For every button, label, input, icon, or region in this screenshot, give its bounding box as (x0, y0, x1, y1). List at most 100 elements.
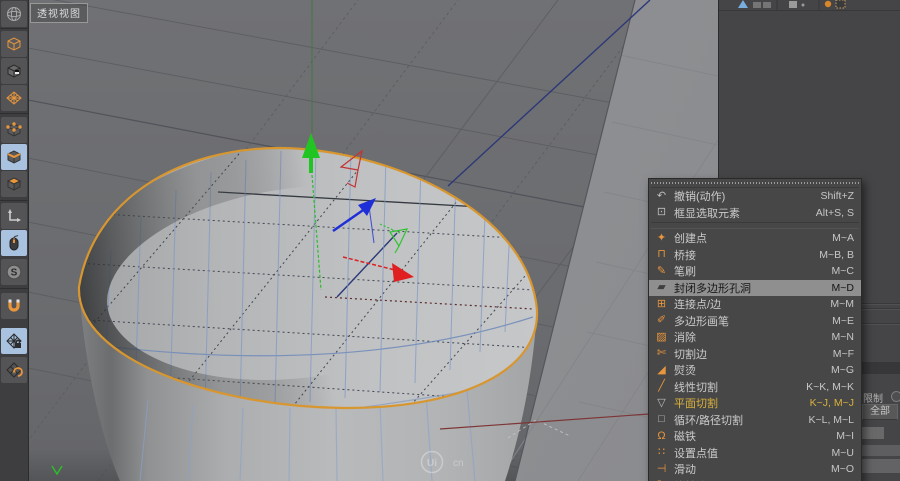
workplane-lock-button[interactable] (1, 328, 27, 354)
menu-label: 设置点值 (674, 447, 718, 460)
material-dot-icon[interactable] (824, 0, 832, 8)
cut-edge-icon: ✄ (656, 347, 667, 360)
polygons-cube-icon (6, 177, 22, 191)
polygons-mode-button[interactable] (1, 171, 27, 197)
magnet-icon (8, 299, 20, 312)
menu-item-connect-points-edges[interactable]: ⊞ 连接点/边 M~M (649, 296, 861, 313)
edges-mode-button[interactable] (1, 144, 27, 170)
menu-item-brush[interactable]: ✎ 笔刷 M~C (649, 263, 861, 280)
restrict-toggle[interactable] (891, 391, 900, 402)
model-mode-button[interactable] (1, 31, 27, 57)
menu-item-create-point[interactable]: ✦ 创建点 M~A (649, 230, 861, 247)
workplane-align-button[interactable] (1, 357, 27, 383)
viewport-title[interactable]: 透视视图 (30, 3, 88, 23)
menu-label: 切割边 (674, 348, 707, 361)
menu-shortcut: M~O (830, 463, 854, 476)
points-cube-icon (6, 122, 22, 137)
menu-tearoff-grip[interactable] (651, 180, 859, 188)
menu-label: 桥接 (674, 249, 696, 262)
menu-item-magnet[interactable]: Ω 磁铁 M~I (649, 428, 861, 445)
polygon-pen-icon: ✐ (656, 314, 667, 327)
menu-item-plane-cut[interactable]: ▽ 平面切割 K~J, M~J (649, 395, 861, 412)
texture-mode-button[interactable] (1, 58, 27, 84)
menu-shortcut: M~N (831, 331, 854, 344)
brush-icon: ✎ (656, 264, 667, 277)
selection-tag-icon[interactable] (835, 0, 846, 9)
magnet-tool-icon: Ω (657, 429, 666, 442)
globe-icon (7, 7, 21, 21)
cone-object-icon (738, 0, 748, 8)
menu-item-rotate-edge[interactable]: ↻ 旋转边 M~V (649, 478, 861, 481)
menu-item-line-cut[interactable]: ╱ 线性切割 K~K, M~K (649, 379, 861, 396)
dissolve-icon: ▨ (656, 330, 667, 343)
menu-shortcut: M~U (831, 446, 854, 459)
menu-item-slide[interactable]: ⊣ 滑动 M~O (649, 461, 861, 478)
menu-shortcut: M~D (831, 281, 854, 294)
menu-item-close-polygon-hole[interactable]: ▰ 封闭多边形孔洞 M~D (649, 279, 861, 296)
menu-item-cut-edge[interactable]: ✄ 切割边 M~F (649, 346, 861, 363)
svg-text:Ui: Ui (427, 458, 437, 469)
value-field-2[interactable] (860, 459, 900, 473)
undo-icon: ↶ (656, 189, 667, 202)
menu-shortcut: M~B, B (819, 248, 854, 261)
menu-shortcut: M~M (830, 298, 854, 311)
value-field-1[interactable] (860, 445, 900, 456)
restrict-label: 限制 (863, 394, 883, 405)
menu-shortcut: K~L, M~L (808, 413, 854, 426)
object-manager-strip (719, 0, 900, 11)
edges-cube-icon (7, 150, 21, 164)
connect-points-icon: ⊞ (656, 297, 667, 310)
menu-item-polygon-pen[interactable]: ✐ 多边形画笔 M~E (649, 313, 861, 330)
menu-shortcut: M~F (832, 347, 854, 360)
svg-text:cn: cn (453, 458, 464, 469)
menu-label: 框显选取元素 (674, 207, 740, 220)
menu-item-bridge[interactable]: ⊓ 桥接 M~B, B (649, 247, 861, 264)
menu-item-set-point-value[interactable]: ∷ 设置点值 M~U (649, 445, 861, 462)
model-cube-icon (7, 37, 21, 51)
texture-cube-icon (7, 64, 21, 78)
make-editable-button[interactable] (1, 1, 27, 27)
snap-button[interactable] (1, 293, 27, 319)
mode-toolbar: S (0, 0, 29, 481)
set-point-value-icon: ∷ (658, 446, 665, 459)
grid-lock-icon (6, 333, 22, 349)
menu-label: 创建点 (674, 233, 707, 246)
menu-item-iron[interactable]: ◢ 熨烫 M~G (649, 362, 861, 379)
modeling-context-menu: ↶ 撤销(动作) Shift+Z ⊡ 框显选取元素 Alt+S, S ✦ 创建点… (648, 178, 862, 481)
tweak-mode-button[interactable] (1, 230, 27, 256)
menu-shortcut: M~C (831, 265, 854, 278)
menu-item-loop-path-cut[interactable]: □ 循环/路径切割 K~L, M~L (649, 412, 861, 429)
value-swatch[interactable] (862, 427, 884, 439)
axis-modify-button[interactable] (1, 203, 27, 229)
s-circle-icon: S (6, 264, 22, 280)
menu-label: 撤销(动作) (674, 191, 726, 204)
perspective-viewport[interactable]: Ui cn (28, 0, 718, 481)
menu-shortcut: M~G (830, 364, 854, 377)
soft-selection-button[interactable]: S (1, 259, 27, 285)
plane-cut-icon: ▽ (657, 396, 666, 409)
points-mode-button[interactable] (1, 117, 27, 143)
menu-label: 笔刷 (674, 266, 696, 279)
frame-select-icon: ⊡ (656, 206, 667, 219)
workplane-mode-button[interactable] (1, 85, 27, 111)
menu-label: 磁铁 (674, 431, 696, 444)
mouse-icon (9, 235, 19, 251)
menu-item-dissolve[interactable]: ▨ 消除 M~N (649, 329, 861, 346)
create-point-icon: ✦ (656, 231, 667, 244)
menu-shortcut: M~E (832, 314, 854, 327)
menu-separator (651, 222, 859, 229)
scope-dropdown[interactable]: 全部 (862, 404, 898, 420)
menu-label: 循环/路径切割 (674, 414, 744, 427)
menu-shortcut: Shift+Z (820, 190, 854, 203)
menu-item-undo-action[interactable]: ↶ 撤销(动作) Shift+Z (649, 188, 861, 205)
slide-icon: ⊣ (656, 462, 667, 475)
menu-shortcut: Alt+S, S (815, 206, 854, 219)
bridge-icon: ⊓ (657, 248, 666, 261)
loop-path-cut-icon: □ (658, 413, 665, 426)
menu-label: 平面切割 (674, 398, 718, 411)
svg-text:S: S (11, 268, 18, 279)
menu-label: 多边形画笔 (674, 315, 729, 328)
menu-item-frame-selected[interactable]: ⊡ 框显选取元素 Alt+S, S (649, 205, 861, 222)
workplane-grid-icon (6, 91, 22, 105)
cinema4d-window: Ui cn 透视视图 S 限制 全部 ↶ 撤销(动作) Shift+Z ⊡ 框显… (0, 0, 900, 481)
